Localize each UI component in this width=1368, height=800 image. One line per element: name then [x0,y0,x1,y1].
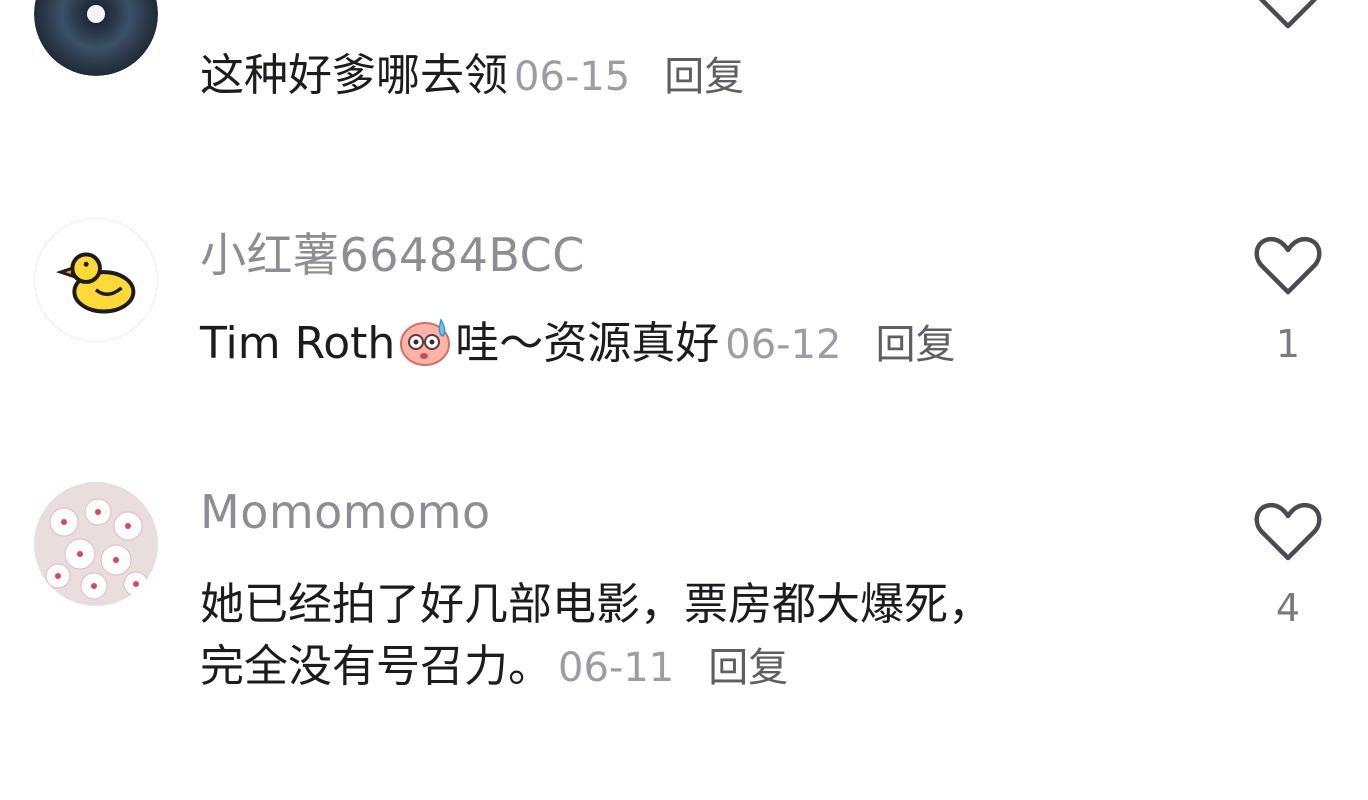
comment-date: 06-15 [514,54,631,100]
user-avatar[interactable] [34,0,158,76]
comment-body-rest: 哇～资源真好 [455,318,720,369]
reply-button[interactable]: 回复 [875,322,955,368]
heart-icon [1254,236,1322,295]
like-count: 1 [1275,322,1301,366]
user-avatar[interactable] [34,218,158,342]
comment-text: 这种好爹哪去领 06-15 回复 [200,45,744,108]
reply-button[interactable]: 回复 [708,645,788,691]
comment-date: 06-12 [725,322,842,368]
username[interactable]: Momomomo [200,485,491,539]
comment-body: 完全没有号召力。 [200,641,552,692]
username[interactable]: 小红薯66484BCC [200,219,585,285]
reply-button[interactable]: 回复 [664,54,744,100]
comment-body-line-2: 完全没有号召力。 06-11 回复 [200,636,992,699]
dark-eye-avatar-icon [34,0,158,76]
comment-date: 06-11 [558,645,675,691]
heart-icon [1254,502,1322,561]
sweating-face-emoji-icon [395,310,455,370]
comment-body: Tim Roth [200,318,396,369]
heart-icon [1259,0,1317,29]
like-button[interactable] [1252,230,1324,302]
user-avatar[interactable] [34,482,158,606]
comment-text: Tim Roth 哇～资源真好 06-12 回复 [200,310,955,376]
comment-body: 这种好爹哪去领 [200,50,508,101]
like-button[interactable] [1252,0,1324,36]
cherry-blossom-icon [34,482,158,606]
like-count: 4 [1275,586,1301,630]
comment-text: 她已经拍了好几部电影，票房都大爆死， 完全没有号召力。 06-11 回复 [200,574,992,699]
yellow-duck-icon [35,219,157,341]
comment-body-line: 她已经拍了好几部电影，票房都大爆死， [200,579,992,630]
like-button[interactable] [1252,496,1324,568]
